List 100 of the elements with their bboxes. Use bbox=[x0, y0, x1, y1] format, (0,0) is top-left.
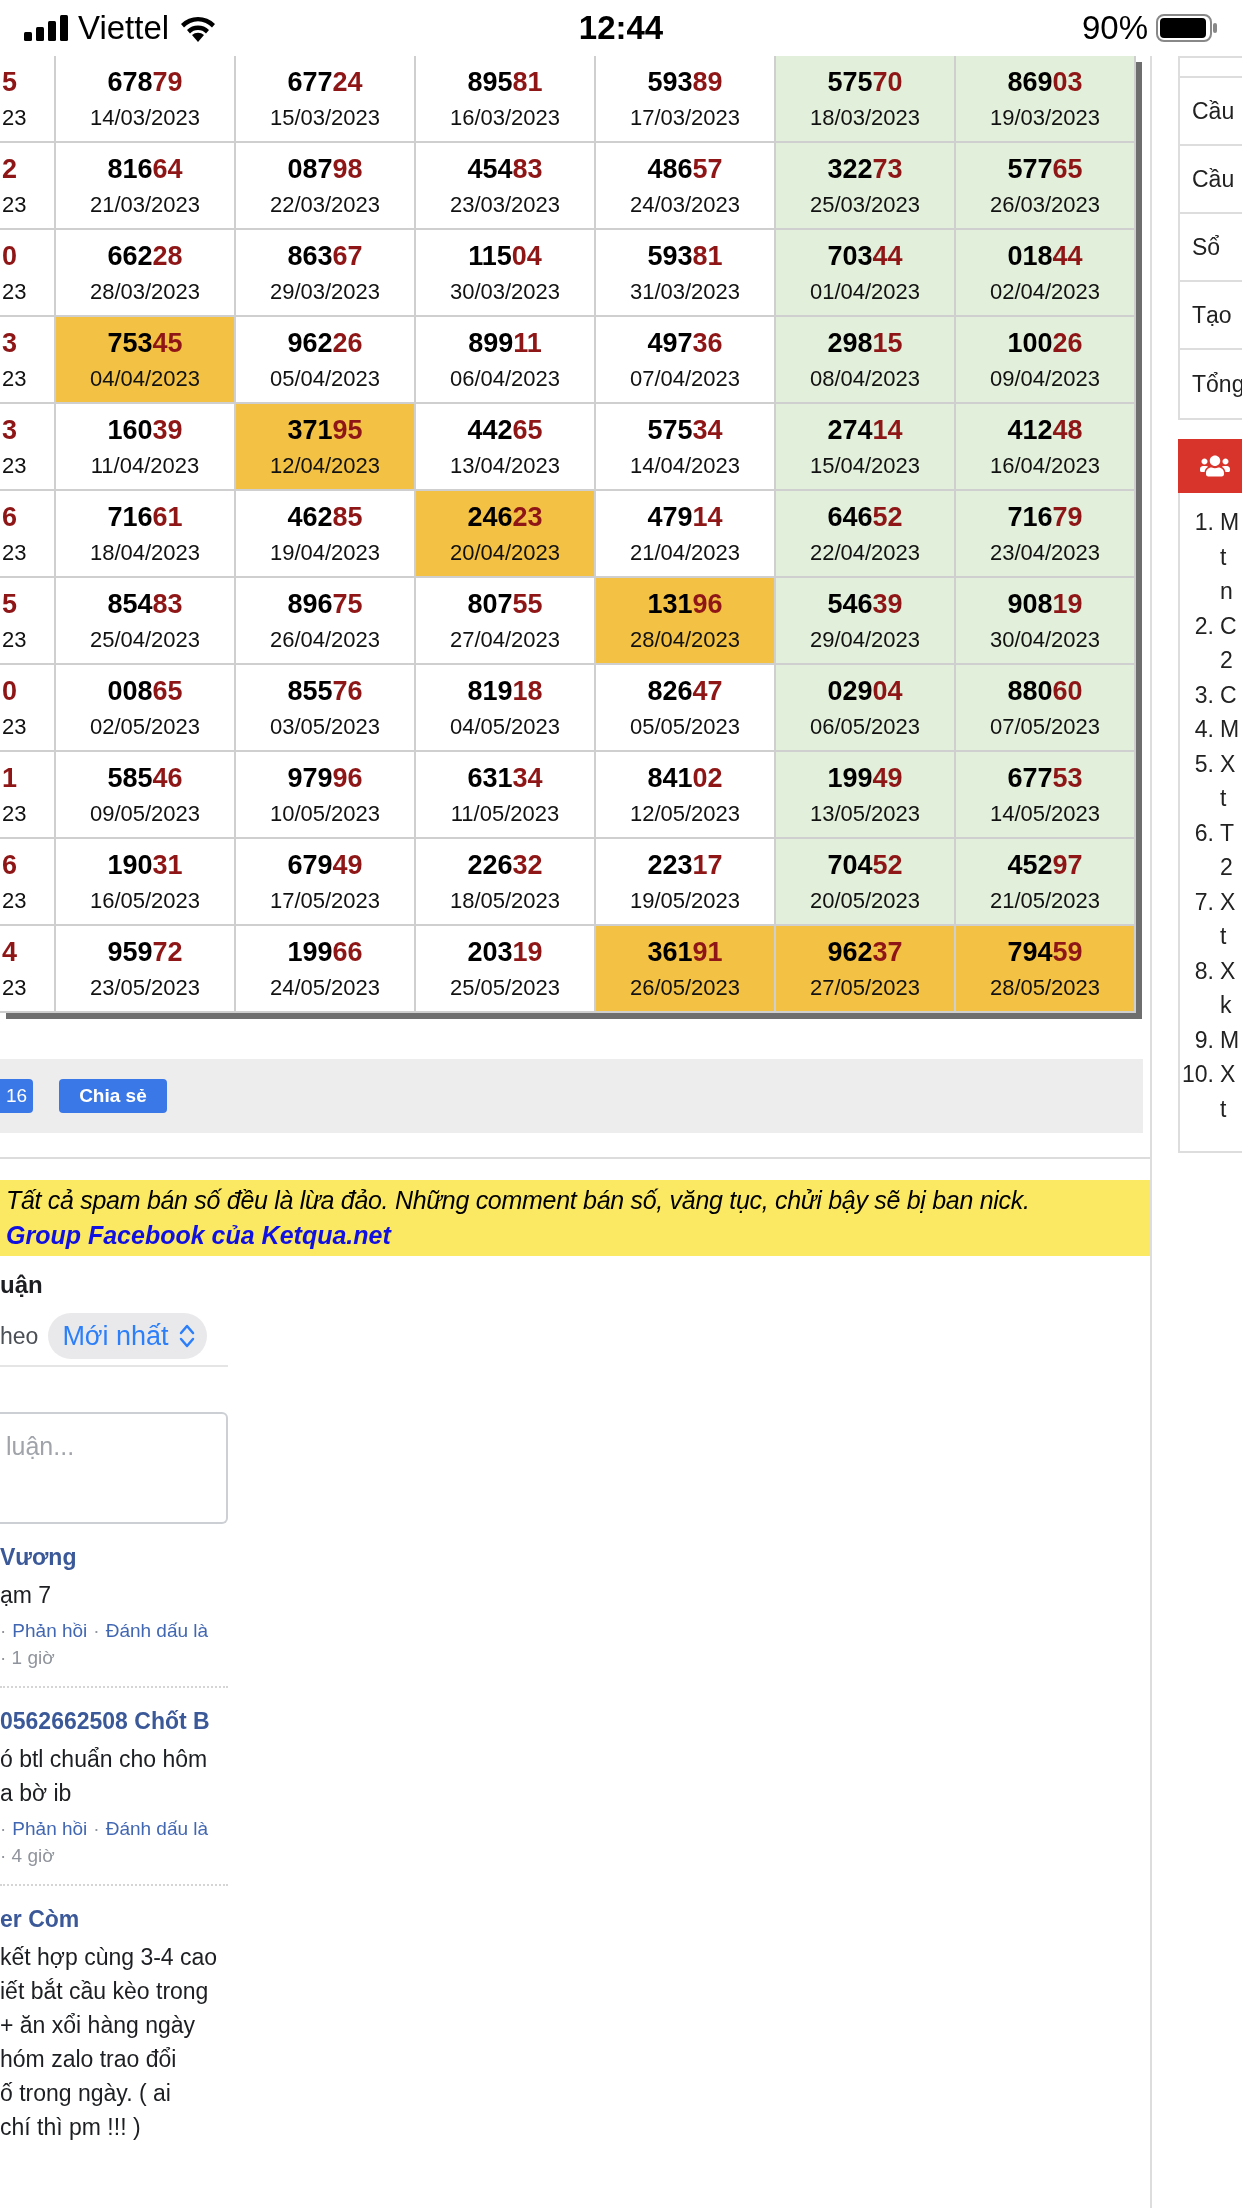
result-number: 11504 bbox=[468, 240, 542, 271]
result-number: 89911 bbox=[468, 327, 542, 358]
result-date: 10/05/2023 bbox=[269, 800, 381, 827]
result-date: 30/03/2023 bbox=[449, 278, 561, 305]
result-number: 3 bbox=[2, 414, 18, 445]
share-button[interactable]: Chia sẻ bbox=[59, 1079, 167, 1113]
result-number: 67753 bbox=[1007, 762, 1083, 793]
result-date: 12/04/2023 bbox=[269, 452, 381, 479]
result-date: 23 bbox=[2, 800, 27, 827]
comment-action-link[interactable]: Đánh dấu là bbox=[105, 1618, 209, 1644]
result-date: 13/04/2023 bbox=[449, 452, 561, 479]
result-date: 26/04/2023 bbox=[269, 626, 381, 653]
sidebar-link[interactable]: Sổ bbox=[1180, 214, 1242, 282]
result-number: 85576 bbox=[287, 675, 363, 706]
result-date: 25/05/2023 bbox=[449, 974, 561, 1001]
comment-time: · 1 giờ bbox=[0, 1646, 56, 1670]
result-number: 70452 bbox=[827, 849, 903, 880]
result-number: 48657 bbox=[647, 153, 723, 184]
result-date: 21/03/2023 bbox=[89, 191, 201, 218]
result-number: 86903 bbox=[1007, 66, 1083, 97]
sidebar-link[interactable]: Tạo bbox=[1180, 282, 1242, 350]
result-number: 5 bbox=[2, 588, 18, 619]
result-date: 20/04/2023 bbox=[449, 539, 561, 566]
result-date: 23 bbox=[2, 365, 27, 392]
list-item-link[interactable]: M bbox=[1220, 712, 1240, 747]
result-number: 71661 bbox=[107, 501, 183, 532]
comment-action-link[interactable]: Phản hồi bbox=[12, 1816, 88, 1842]
result-date: 11/05/2023 bbox=[450, 800, 560, 827]
sidebar-link[interactable]: Cầu bbox=[1180, 78, 1242, 146]
comment-input[interactable]: luận... bbox=[0, 1412, 228, 1524]
result-date: 16/05/2023 bbox=[89, 887, 201, 914]
carrier-name: Viettel bbox=[78, 9, 170, 47]
comment-time: · 4 giờ bbox=[0, 1844, 56, 1868]
result-date: 25/03/2023 bbox=[809, 191, 921, 218]
result-date: 06/05/2023 bbox=[809, 713, 921, 740]
list-item-link[interactable]: C 2 bbox=[1220, 608, 1237, 678]
result-date: 23/05/2023 bbox=[89, 974, 201, 1001]
result-date: 05/05/2023 bbox=[629, 713, 741, 740]
result-number: 54639 bbox=[827, 588, 903, 619]
sort-label: heo bbox=[0, 1322, 39, 1350]
list-item-link[interactable]: X t bbox=[1220, 746, 1236, 816]
result-date: 18/05/2023 bbox=[449, 887, 561, 914]
comment-author[interactable]: 0562662508 Chốt B bbox=[0, 1704, 210, 1738]
comment-action-link[interactable]: Phản hồi bbox=[12, 1618, 88, 1644]
wifi-icon bbox=[179, 14, 218, 42]
result-number: 59381 bbox=[647, 240, 723, 271]
result-number: 41248 bbox=[1007, 414, 1083, 445]
result-number: 67724 bbox=[287, 66, 363, 97]
signal-icon bbox=[24, 15, 68, 41]
result-date: 07/05/2023 bbox=[989, 713, 1101, 740]
list-number: 9. bbox=[1193, 1025, 1214, 1055]
list-item-link[interactable]: C bbox=[1220, 677, 1237, 712]
result-date: 23 bbox=[2, 278, 27, 305]
comment-action-link[interactable]: Đánh dấu là bbox=[105, 1816, 209, 1842]
result-date: 22/03/2023 bbox=[269, 191, 381, 218]
list-item-link[interactable]: X t bbox=[1220, 1057, 1236, 1126]
result-number: 57570 bbox=[827, 66, 903, 97]
result-date: 14/04/2023 bbox=[629, 452, 741, 479]
sidebar-link[interactable]: Cầu bbox=[1180, 146, 1242, 214]
result-date: 02/05/2023 bbox=[89, 713, 201, 740]
result-number: 97996 bbox=[287, 762, 363, 793]
comment-author[interactable]: er Còm bbox=[0, 1902, 80, 1936]
list-number: 8. bbox=[1193, 956, 1214, 986]
comment-text: ạm 7 bbox=[0, 1581, 53, 1610]
result-number: 00865 bbox=[107, 675, 183, 706]
result-number: 29815 bbox=[827, 327, 903, 358]
list-number: 10. bbox=[1181, 1060, 1214, 1089]
result-date: 29/03/2023 bbox=[269, 278, 381, 305]
result-number: 89675 bbox=[287, 588, 363, 619]
result-date: 04/04/2023 bbox=[89, 365, 201, 392]
result-date: 23 bbox=[2, 191, 27, 218]
result-date: 19/05/2023 bbox=[629, 887, 741, 914]
separator-dot: · bbox=[93, 1619, 100, 1643]
battery-percent: 90% bbox=[1081, 9, 1148, 47]
result-number: 37195 bbox=[287, 414, 363, 445]
list-item-link[interactable]: M t n bbox=[1220, 505, 1240, 609]
list-item-link[interactable]: M bbox=[1220, 1022, 1240, 1057]
result-date: 24/05/2023 bbox=[269, 974, 381, 1001]
result-number: 0 bbox=[2, 675, 18, 706]
result-number: 81664 bbox=[107, 153, 183, 184]
list-item-link[interactable]: T 2 bbox=[1220, 815, 1235, 885]
result-date: 31/03/2023 bbox=[629, 278, 741, 305]
list-item-link[interactable]: X t bbox=[1220, 884, 1236, 954]
comment-author[interactable]: Vương bbox=[0, 1540, 77, 1574]
result-number: 24623 bbox=[467, 501, 543, 532]
result-number: 57765 bbox=[1007, 153, 1083, 184]
result-date: 26/03/2023 bbox=[989, 191, 1101, 218]
list-item-link[interactable]: X k bbox=[1220, 953, 1236, 1023]
result-number: 44265 bbox=[467, 414, 543, 445]
result-date: 23/03/2023 bbox=[449, 191, 561, 218]
result-date: 27/04/2023 bbox=[449, 626, 561, 653]
like-count-button[interactable]: 16 bbox=[0, 1079, 34, 1113]
separator-dot: · bbox=[93, 1817, 100, 1841]
result-number: 66228 bbox=[107, 240, 183, 271]
list-number: 4. bbox=[1193, 715, 1214, 744]
facebook-group-link[interactable]: Group Facebook của Ketqua.net bbox=[6, 1219, 391, 1252]
result-date: 15/03/2023 bbox=[269, 104, 381, 131]
result-number: 86367 bbox=[287, 240, 363, 271]
list-number: 5. bbox=[1193, 749, 1214, 779]
result-date: 23 bbox=[2, 452, 27, 479]
